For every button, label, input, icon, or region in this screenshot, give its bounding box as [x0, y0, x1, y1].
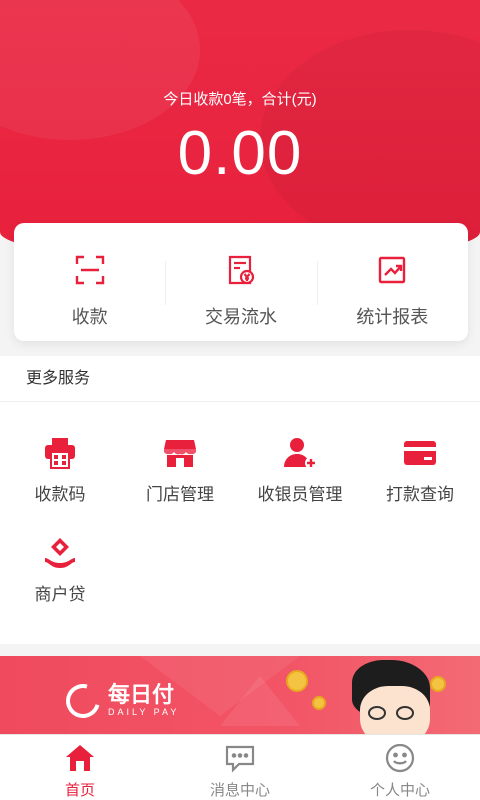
today-summary-text: 今日收款0笔，合计(元) — [163, 91, 317, 108]
glasses-icon — [368, 706, 386, 720]
tab-home[interactable]: 首页 — [0, 735, 160, 800]
brand-logo: 每日付 DAILY PAY — [59, 677, 179, 725]
quick-action-label: 交易流水 — [204, 307, 277, 327]
section-title: 更多服务 — [0, 356, 480, 402]
brand-name-cn: 每日付 — [108, 682, 175, 707]
qr-printer-icon — [43, 436, 77, 470]
service-label: 商户贷 — [34, 585, 86, 604]
brand-name-en: DAILY PAY — [108, 707, 180, 717]
store-management-button[interactable]: 门店管理 — [120, 402, 240, 518]
quick-action-label: 收款 — [71, 307, 108, 327]
today-amount: 0.00 — [177, 119, 303, 188]
chart-trend-icon — [375, 253, 409, 287]
bottom-tab-bar: 首页 消息中心 个人中心 — [0, 734, 480, 800]
cashier-management-button[interactable]: 收银员管理 — [240, 402, 360, 518]
service-label: 收款码 — [34, 485, 86, 504]
payment-qr-code-button[interactable]: 收款码 — [0, 402, 120, 518]
coin-icon — [312, 696, 326, 710]
payout-query-button[interactable]: 打款查询 — [360, 402, 480, 518]
add-user-icon — [283, 436, 317, 470]
tab-label: 个人中心 — [369, 782, 430, 799]
tab-label: 消息中心 — [209, 782, 270, 799]
quick-action-label: 统计报表 — [356, 307, 429, 327]
scan-icon — [73, 253, 107, 287]
card-icon — [403, 436, 437, 470]
quick-actions-card: 收款 交易流水 统计报表 — [14, 223, 468, 341]
collect-payment-button[interactable]: 收款 — [14, 223, 165, 341]
service-label: 打款查询 — [386, 485, 454, 504]
coin-icon — [430, 676, 446, 692]
more-services-section: 更多服务 收款码 门店管理 收银员管理 打款查询 商户贷 — [0, 356, 480, 644]
service-label: 收银员管理 — [257, 485, 343, 504]
merchant-loan-button[interactable]: 商户贷 — [0, 518, 120, 634]
message-icon — [223, 741, 257, 775]
tab-label: 首页 — [64, 782, 95, 799]
services-grid: 收款码 门店管理 收银员管理 打款查询 商户贷 — [0, 402, 480, 634]
statistics-button[interactable]: 统计报表 — [316, 223, 468, 341]
glasses-icon — [396, 706, 414, 720]
home-icon — [63, 741, 97, 775]
store-icon — [163, 436, 197, 470]
service-label: 门店管理 — [146, 485, 214, 504]
promo-banner[interactable]: 每日付 DAILY PAY — [0, 656, 480, 734]
tab-messages[interactable]: 消息中心 — [160, 735, 320, 800]
loan-icon — [43, 536, 77, 570]
receipt-yen-icon — [224, 253, 258, 287]
logo-mark-icon — [59, 677, 107, 725]
tab-profile[interactable]: 个人中心 — [320, 735, 480, 800]
smiley-icon — [383, 741, 417, 775]
coin-icon — [286, 670, 308, 692]
transactions-button[interactable]: 交易流水 — [165, 223, 316, 341]
logo-text: 每日付 DAILY PAY — [108, 684, 179, 718]
